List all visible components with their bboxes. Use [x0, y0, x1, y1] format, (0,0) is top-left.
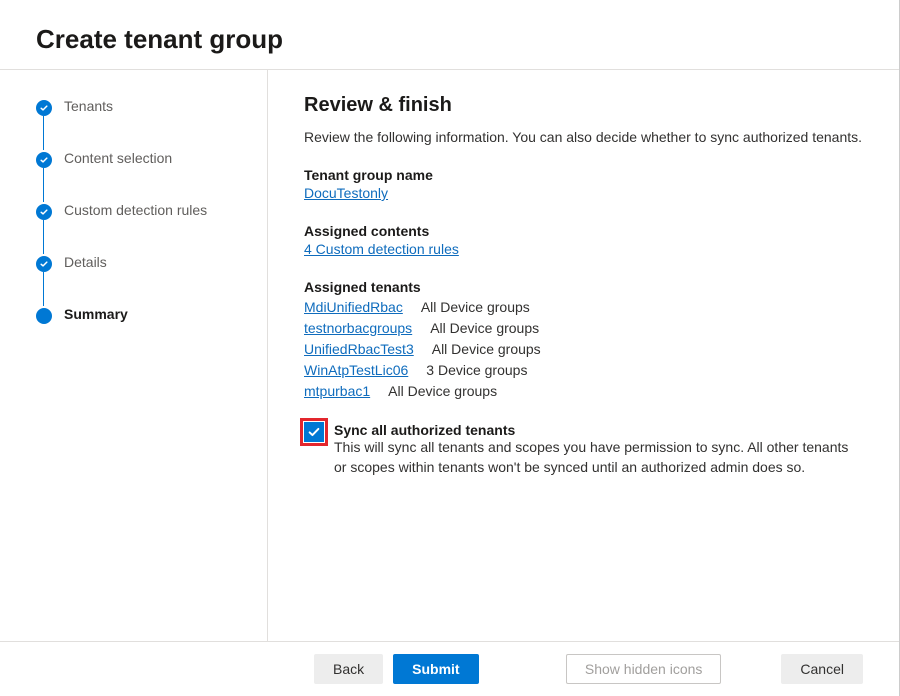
- tenant-link[interactable]: MdiUnifiedRbac: [304, 299, 403, 315]
- wizard-step-label: Tenants: [64, 98, 113, 114]
- tenant-scope: All Device groups: [421, 299, 530, 315]
- wizard-step-label: Summary: [64, 306, 128, 322]
- step-done-icon: [36, 256, 52, 272]
- wizard-step-label: Content selection: [64, 150, 172, 166]
- wizard-step-label: Custom detection rules: [64, 202, 207, 218]
- assigned-tenants-section: Assigned tenants MdiUnifiedRbac All Devic…: [304, 279, 863, 402]
- wizard-step-3[interactable]: Details: [36, 254, 255, 306]
- step-done-icon: [36, 204, 52, 220]
- step-current-icon: [36, 308, 52, 324]
- sync-title: Sync all authorized tenants: [334, 422, 854, 438]
- submit-button[interactable]: Submit: [393, 654, 478, 684]
- step-done-icon: [36, 100, 52, 116]
- back-button[interactable]: Back: [314, 654, 383, 684]
- tenant-group-name-link[interactable]: DocuTestonly: [304, 185, 388, 201]
- cancel-button[interactable]: Cancel: [781, 654, 863, 684]
- tenant-row: mtpurbac1 All Device groups: [304, 381, 863, 402]
- tenant-link[interactable]: testnorbacgroups: [304, 320, 412, 336]
- tenant-link[interactable]: UnifiedRbacTest3: [304, 341, 414, 357]
- tenant-group-name-label: Tenant group name: [304, 167, 863, 183]
- wizard-step-0[interactable]: Tenants: [36, 98, 255, 150]
- tenant-scope: 3 Device groups: [426, 362, 527, 378]
- review-panel: Review & finish Review the following inf…: [268, 70, 899, 641]
- wizard-steps: Tenants Content selection Custom detection…: [0, 70, 268, 641]
- review-intro: Review the following information. You ca…: [304, 129, 863, 145]
- assigned-contents-section: Assigned contents 4 Custom detection rul…: [304, 223, 863, 259]
- tenant-row: MdiUnifiedRbac All Device groups: [304, 297, 863, 318]
- wizard-footer: Back Submit Show hidden icons Cancel: [0, 641, 899, 696]
- assigned-contents-link[interactable]: 4 Custom detection rules: [304, 241, 459, 257]
- check-icon: [307, 425, 321, 439]
- wizard-step-2[interactable]: Custom detection rules: [36, 202, 255, 254]
- sync-description: This will sync all tenants and scopes yo…: [334, 438, 854, 477]
- sync-option: Sync all authorized tenants This will sy…: [304, 422, 863, 477]
- page-title: Create tenant group: [36, 24, 863, 55]
- assigned-contents-label: Assigned contents: [304, 223, 863, 239]
- wizard-step-4[interactable]: Summary: [36, 306, 255, 322]
- show-hidden-icons-button[interactable]: Show hidden icons: [566, 654, 722, 684]
- tenant-scope: All Device groups: [388, 383, 497, 399]
- step-done-icon: [36, 152, 52, 168]
- tenant-row: WinAtpTestLic06 3 Device groups: [304, 360, 863, 381]
- wizard-step-label: Details: [64, 254, 107, 270]
- tenant-row: testnorbacgroups All Device groups: [304, 318, 863, 339]
- assigned-tenants-label: Assigned tenants: [304, 279, 863, 295]
- tenant-scope: All Device groups: [432, 341, 541, 357]
- tenant-link[interactable]: mtpurbac1: [304, 383, 370, 399]
- wizard-step-1[interactable]: Content selection: [36, 150, 255, 202]
- tenant-link[interactable]: WinAtpTestLic06: [304, 362, 408, 378]
- tenant-row: UnifiedRbacTest3 All Device groups: [304, 339, 863, 360]
- tenant-scope: All Device groups: [430, 320, 539, 336]
- sync-checkbox[interactable]: [304, 422, 324, 442]
- tenant-group-name-section: Tenant group name DocuTestonly: [304, 167, 863, 203]
- review-heading: Review & finish: [304, 94, 863, 117]
